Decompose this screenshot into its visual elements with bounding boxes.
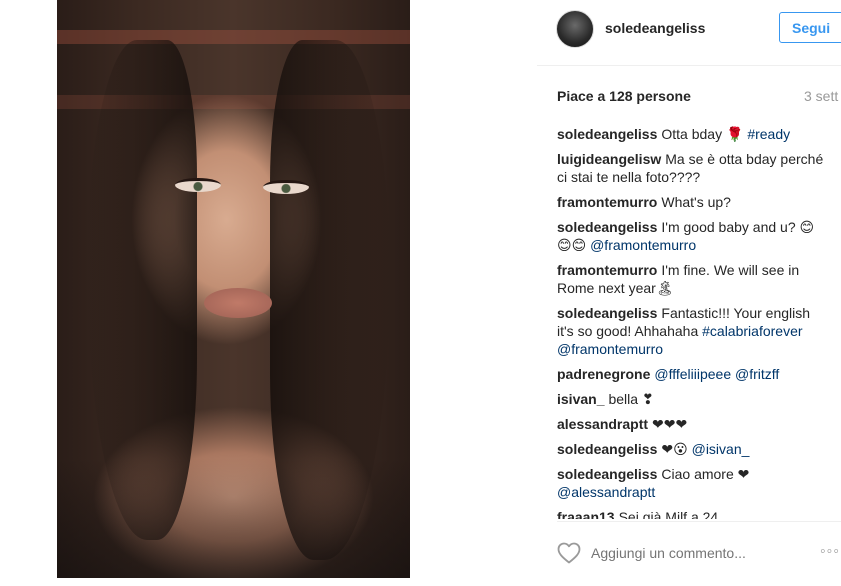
left-eye xyxy=(175,178,221,192)
comment-item: soledeangeliss Fantastic!!! Your english … xyxy=(557,304,825,358)
avatar[interactable] xyxy=(556,10,594,48)
clothing-shadow xyxy=(57,458,410,578)
likes-row: Piace a 128 persone 3 sett xyxy=(557,88,841,108)
comment-item: alessandraptt ❤❤❤ xyxy=(557,415,825,433)
comment-item: framontemurro I'm fine. We will see in Ro… xyxy=(557,261,825,297)
comment-author[interactable]: soledeangeliss xyxy=(557,219,657,235)
more-options-icon[interactable]: ◦◦◦ xyxy=(820,543,840,561)
comment-author[interactable]: framontemurro xyxy=(557,262,657,278)
comment-text: Sei già Milf a 24 xyxy=(618,509,719,519)
add-comment-input[interactable] xyxy=(591,545,781,561)
lips xyxy=(204,288,272,318)
divider xyxy=(557,521,841,522)
header-username[interactable]: soledeangeliss xyxy=(605,20,705,36)
post-side-panel: soledeangeliss Segui Piace a 128 persone… xyxy=(537,0,841,586)
comment-item: soledeangeliss I'm good baby and u? 😊😊😊 @… xyxy=(557,218,825,254)
comment-text: ❤😮 xyxy=(661,441,692,457)
comment-author[interactable]: padrenegrone xyxy=(557,366,650,382)
like-heart-icon[interactable] xyxy=(557,542,581,564)
comment-tag[interactable]: @fffeliiipeee @fritzff xyxy=(654,366,779,382)
comment-item: padrenegrone @fffeliiipeee @fritzff xyxy=(557,365,825,383)
comment-text: Otta bday 🌹 xyxy=(661,126,748,142)
comment-author[interactable]: soledeangeliss xyxy=(557,305,657,321)
comment-text: bella ❣ xyxy=(608,391,654,407)
comment-tag[interactable]: #ready xyxy=(747,126,790,142)
comment-tag[interactable]: @framontemurro xyxy=(590,237,696,253)
comment-item: isivan_ bella ❣ xyxy=(557,390,825,408)
comment-text: Ciao amore ❤ xyxy=(661,466,750,482)
post-header: soledeangeliss Segui xyxy=(537,0,841,66)
background-beam xyxy=(57,30,410,44)
comment-item: soledeangeliss Ciao amore ❤ @alessandrapt… xyxy=(557,465,825,501)
comment-author[interactable]: soledeangeliss xyxy=(557,441,657,457)
comment-text: What's up? xyxy=(661,194,731,210)
comment-item: soledeangeliss Otta bday 🌹 #ready xyxy=(557,125,825,143)
comment-list[interactable]: soledeangeliss Otta bday 🌹 #ready luigidea… xyxy=(557,124,825,519)
likes-count[interactable]: Piace a 128 persone xyxy=(557,88,691,104)
comment-item: luigideangelisw Ma se è otta bday perché … xyxy=(557,150,825,186)
comment-author[interactable]: luigideangelisw xyxy=(557,151,661,167)
comment-item: fraaan13 Sei già Milf a 24 xyxy=(557,508,825,519)
comment-item: framontemurro What's up? xyxy=(557,193,825,211)
comment-text: ❤❤❤ xyxy=(652,416,688,432)
comment-author[interactable]: soledeangeliss xyxy=(557,126,657,142)
comment-author[interactable]: soledeangeliss xyxy=(557,466,657,482)
post-footer: ◦◦◦ xyxy=(537,530,841,578)
follow-button[interactable]: Segui xyxy=(779,12,841,43)
comment-item: soledeangeliss ❤😮 @isivan_ xyxy=(557,440,825,458)
comment-author[interactable]: framontemurro xyxy=(557,194,657,210)
comment-tag[interactable]: @alessandraptt xyxy=(557,484,655,500)
comment-author[interactable]: alessandraptt xyxy=(557,416,648,432)
post-time[interactable]: 3 sett xyxy=(804,88,838,104)
comment-author[interactable]: fraaan13 xyxy=(557,509,615,519)
comment-author[interactable]: isivan_ xyxy=(557,391,604,407)
right-eye xyxy=(263,180,309,194)
post-photo[interactable] xyxy=(57,0,410,578)
comment-tag[interactable]: @isivan_ xyxy=(692,441,750,457)
